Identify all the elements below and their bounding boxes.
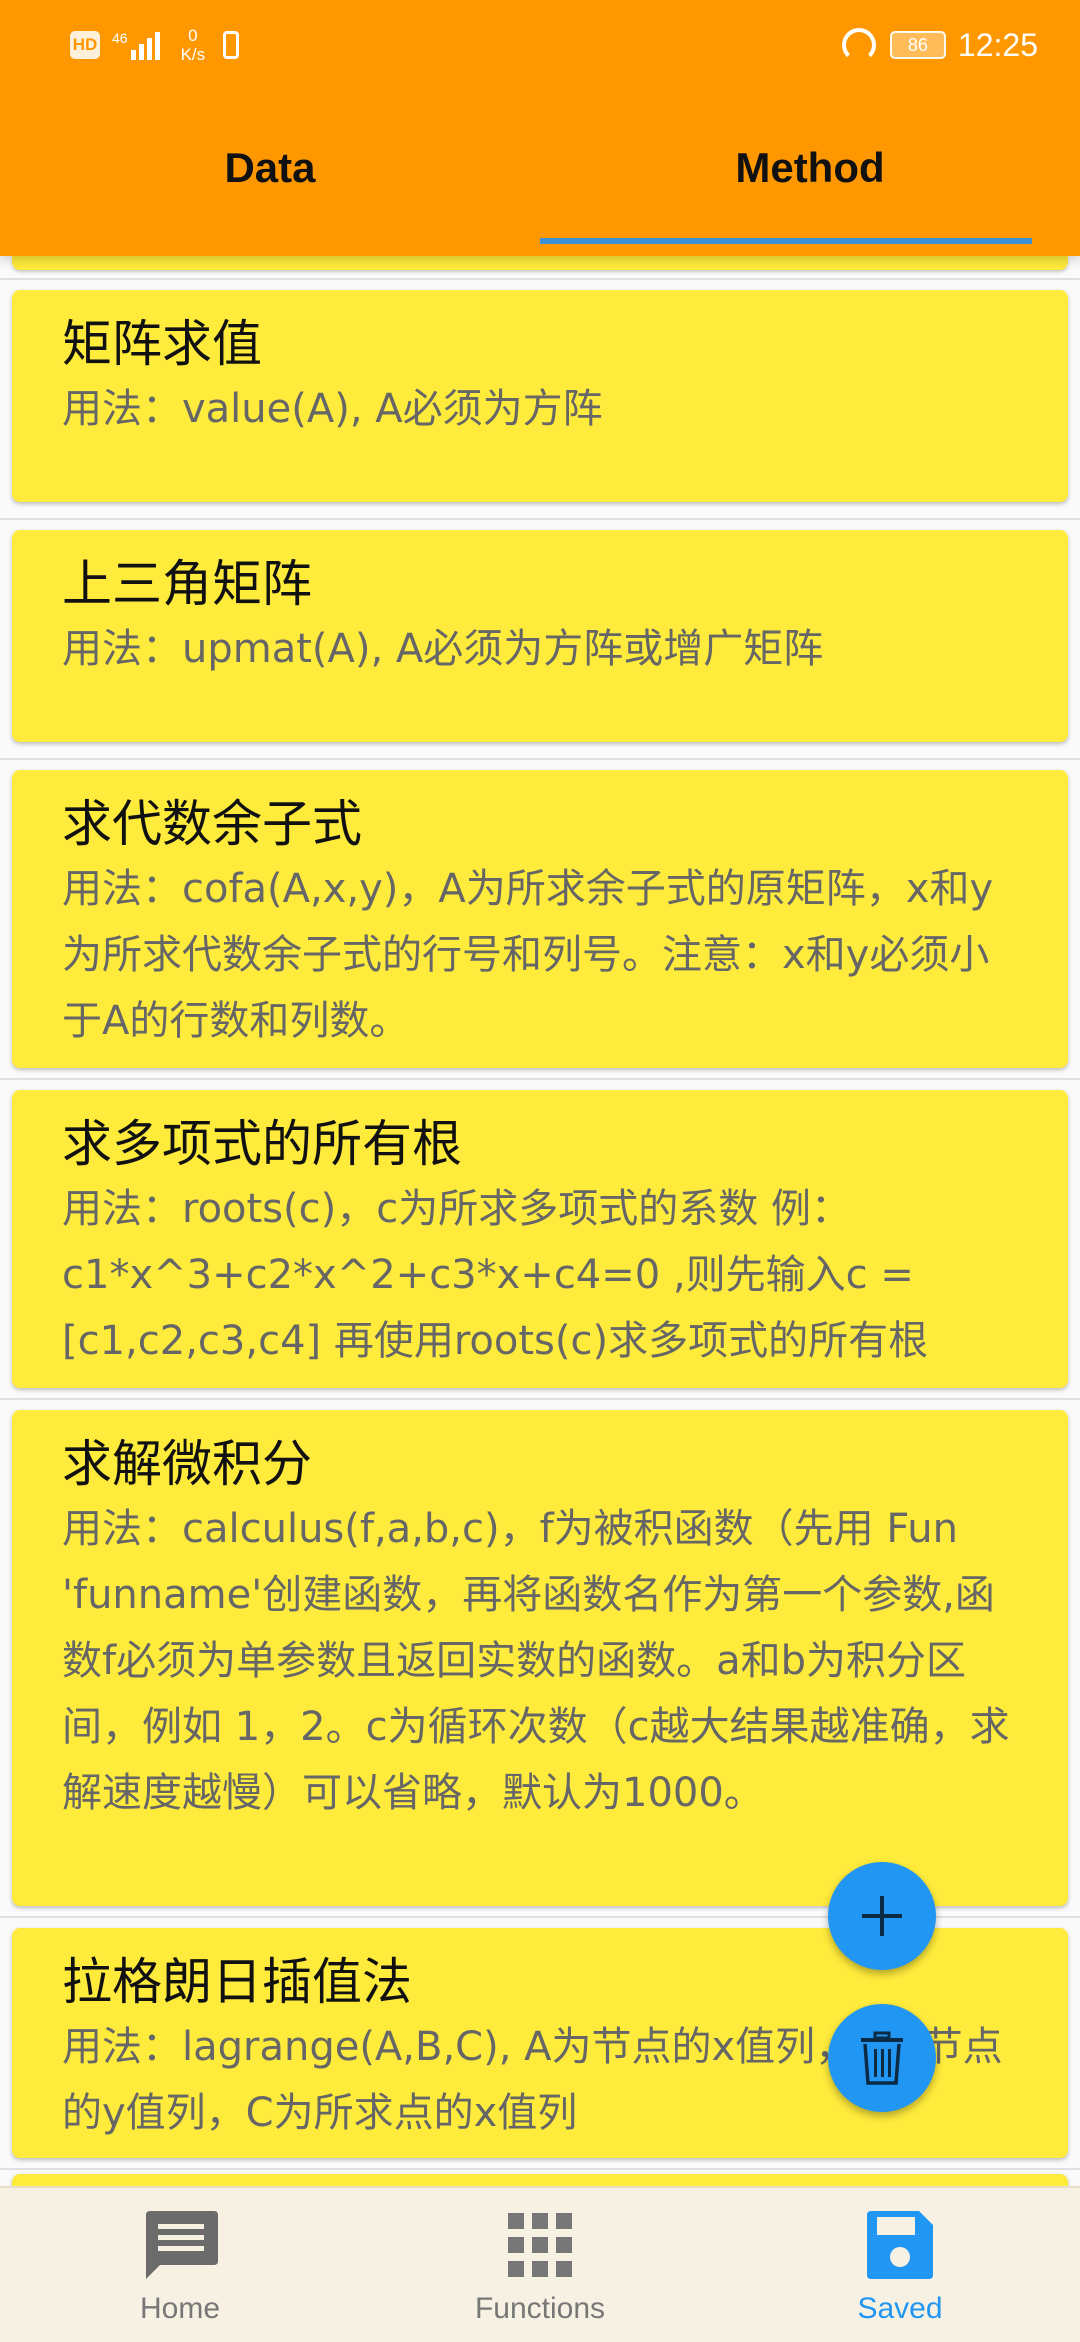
vibrate-icon [223, 31, 240, 59]
method-description: 用法：value(A), A必须为方阵 [62, 386, 603, 432]
network-speed: 0 K/s [181, 26, 206, 64]
nav-saved-label: Saved [857, 2292, 943, 2325]
grid-icon [508, 2204, 572, 2286]
previous-card-edge[interactable] [12, 256, 1068, 270]
delete-button[interactable] [828, 2004, 936, 2112]
tab-bar: Data Method [0, 110, 1080, 246]
method-card-upmat[interactable]: 上三角矩阵 用法：upmat(A), A必须为方阵或增广矩阵 [12, 530, 1068, 742]
network-type: 46 [112, 30, 128, 46]
divider [0, 518, 1080, 520]
method-card-roots[interactable]: 求多项式的所有根 用法：roots(c)，c为所求多项式的系数 例：c1*x^3… [12, 1090, 1068, 1388]
method-card-cofa[interactable]: 求代数余子式 用法：cofa(A,x,y)，A为所求余子式的原矩阵，x和y为所求… [12, 770, 1068, 1068]
save-icon [865, 2204, 935, 2286]
speed-value: 0 [188, 26, 198, 45]
app-bar: HD 46 0 K/s 86 12:25 Data Method [0, 0, 1080, 256]
nav-home-label: Home [139, 2292, 221, 2325]
trash-icon [861, 2031, 903, 2085]
tab-method[interactable]: Method [540, 110, 1080, 246]
divider [0, 2168, 1080, 2170]
method-description: 用法：cofa(A,x,y)，A为所求余子式的原矩阵，x和y为所求代数余子式的行… [62, 866, 994, 1044]
clock: 12:25 [957, 26, 1038, 63]
method-card-next[interactable] [12, 2174, 1068, 2186]
speed-unit: K/s [180, 45, 206, 64]
nav-home[interactable]: Home [0, 2188, 360, 2342]
divider [0, 758, 1080, 760]
method-description: 用法：calculus(f,a,b,c)，f为被积函数（先用 Fun 'funn… [62, 1506, 1010, 1816]
nav-saved[interactable]: Saved [720, 2188, 1080, 2342]
status-bar: HD 46 0 K/s 86 12:25 [0, 0, 1080, 90]
battery-level: 86 [907, 34, 928, 55]
method-title: 求代数余子式 [62, 795, 362, 853]
method-description: 用法：roots(c)，c为所求多项式的系数 例：c1*x^3+c2*x^2+c… [62, 1186, 929, 1364]
method-title: 矩阵求值 [62, 315, 262, 373]
bottom-navigation: Home Functions Saved [0, 2186, 1080, 2342]
divider [0, 278, 1080, 280]
divider [0, 1398, 1080, 1400]
nav-functions[interactable]: Functions [360, 2188, 720, 2342]
status-left: HD 46 0 K/s [70, 22, 240, 68]
divider [0, 1078, 1080, 1080]
message-icon [140, 2204, 220, 2286]
method-title: 上三角矩阵 [62, 555, 312, 613]
tab-data-label: Data [224, 144, 316, 191]
battery-icon: 86 [889, 31, 946, 59]
method-card-calculus[interactable]: 求解微积分 用法：calculus(f,a,b,c)，f为被积函数（先用 Fun… [12, 1410, 1068, 1906]
tab-data[interactable]: Data [0, 110, 540, 246]
tab-indicator [540, 238, 1032, 244]
performance-icon [841, 28, 876, 62]
method-description: 用法：upmat(A), A必须为方阵或增广矩阵 [62, 626, 824, 672]
method-title: 求多项式的所有根 [62, 1115, 462, 1173]
status-right: 86 12:25 [841, 22, 1038, 68]
signal-icon: 46 [112, 30, 163, 60]
nav-functions-label: Functions [474, 2292, 606, 2325]
add-button[interactable] [828, 1862, 936, 1970]
method-card-value[interactable]: 矩阵求值 用法：value(A), A必须为方阵 [12, 290, 1068, 502]
method-title: 求解微积分 [62, 1435, 312, 1493]
tab-method-label: Method [735, 144, 885, 191]
hd-icon: HD [70, 31, 100, 59]
plus-icon [862, 1896, 902, 1936]
